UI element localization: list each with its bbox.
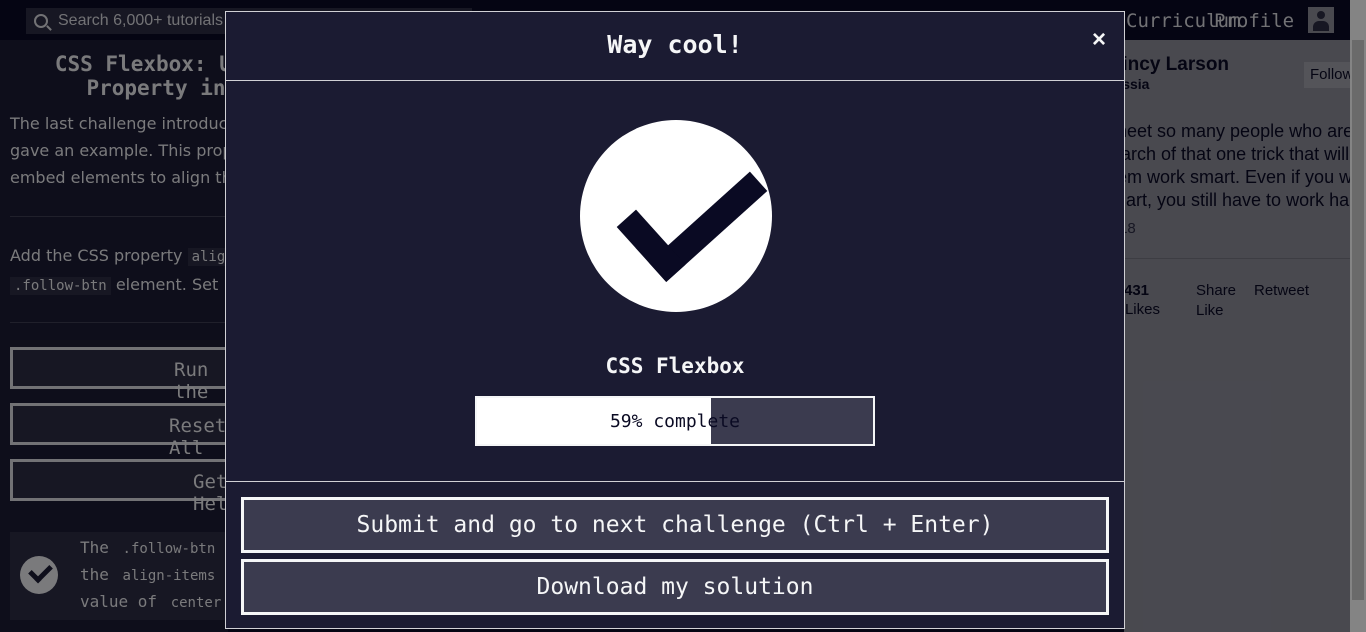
modal-header: Way cool! × (226, 12, 1124, 81)
progress-bar: 59% complete (475, 396, 875, 446)
download-solution-button[interactable]: Download my solution (241, 559, 1109, 615)
checkmark-icon (580, 120, 772, 312)
completion-modal: Way cool! × CSS Flexbox 59% complete Sub… (225, 11, 1125, 629)
submit-next-button[interactable]: Submit and go to next challenge (Ctrl + … (241, 497, 1109, 553)
modal-divider (226, 481, 1124, 482)
progress-text: 59% complete (609, 411, 741, 432)
modal-title: Way cool! (607, 30, 743, 59)
block-name: CSS Flexbox (605, 354, 745, 378)
close-icon[interactable]: × (1092, 26, 1106, 54)
